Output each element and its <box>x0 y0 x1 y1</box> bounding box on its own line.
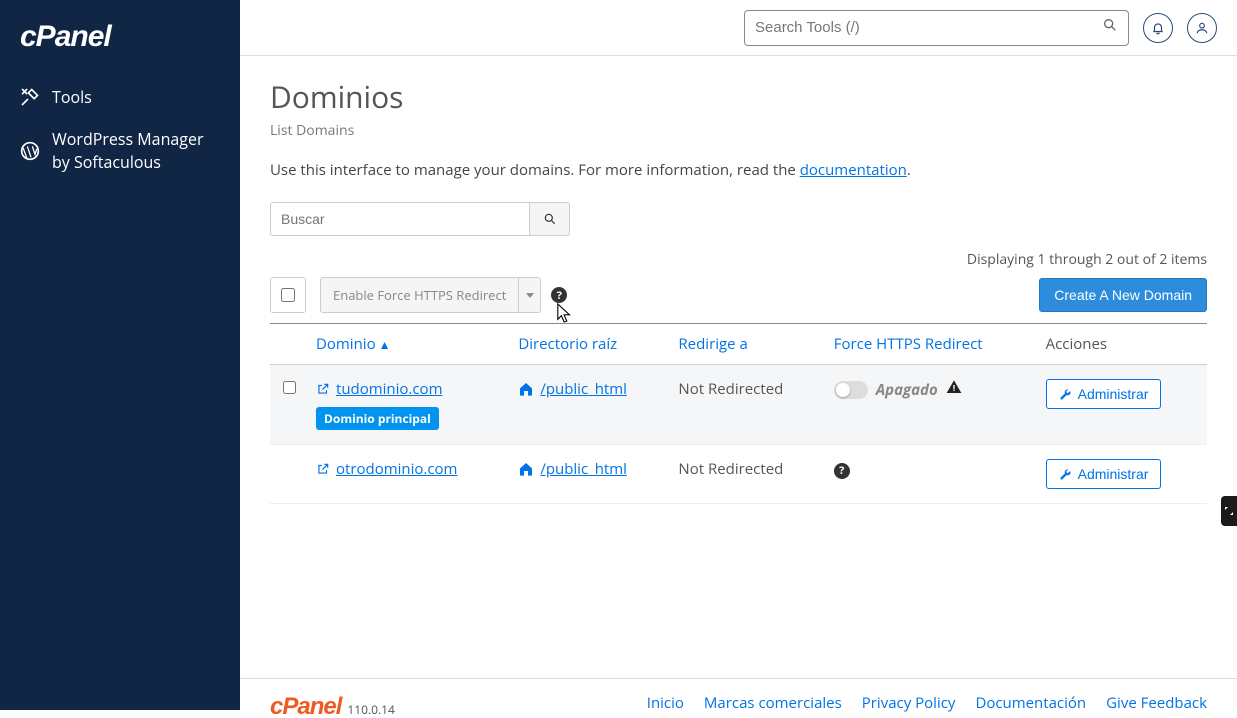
domain-search-input[interactable] <box>270 202 530 236</box>
redirects-cell: Not Redirected <box>670 365 825 445</box>
page-description: Use this interface to manage your domain… <box>270 160 1207 180</box>
select-all-wrapper[interactable] <box>270 277 306 313</box>
col-actions: Acciones <box>1038 324 1207 365</box>
help-icon[interactable]: ? <box>834 463 850 479</box>
col-redirects[interactable]: Redirige a <box>670 324 825 365</box>
domain-name: otrodominio.com <box>336 459 457 479</box>
table-row: otrodominio.com /public_html Not Redirec… <box>270 445 1207 504</box>
main: Dominios List Domains Use this interface… <box>240 0 1237 710</box>
notifications-button[interactable] <box>1143 13 1173 43</box>
domain-search-button[interactable] <box>530 202 570 236</box>
footer-link-feedback[interactable]: Give Feedback <box>1106 693 1207 713</box>
search-tools-input[interactable] <box>755 19 1102 36</box>
force-https-button-group[interactable]: Enable Force HTTPS Redirect <box>320 277 541 313</box>
search-tools[interactable] <box>744 10 1129 46</box>
tools-icon <box>20 87 40 107</box>
home-icon <box>518 461 534 477</box>
description-text-end: . <box>907 160 911 180</box>
col-root[interactable]: Directorio raíz <box>510 324 670 365</box>
manage-label: Administrar <box>1078 386 1149 402</box>
domain-link[interactable]: tudominio.com <box>316 379 442 399</box>
select-all-checkbox[interactable] <box>281 288 295 302</box>
sidebar-item-tools[interactable]: Tools <box>0 76 240 118</box>
https-toggle[interactable]: Apagado <box>834 379 962 400</box>
external-link-icon <box>316 382 330 396</box>
force-https-button[interactable]: Enable Force HTTPS Redirect <box>321 278 518 312</box>
root-path: /public_html <box>540 379 627 399</box>
primary-domain-badge: Dominio principal <box>316 407 439 430</box>
expand-icon <box>1223 505 1235 517</box>
col-domain[interactable]: Dominio▲ <box>308 324 510 365</box>
search-icon <box>543 212 557 226</box>
force-https-dropdown[interactable] <box>518 278 540 312</box>
wrench-icon <box>1059 468 1072 481</box>
sort-asc-icon: ▲ <box>379 336 391 353</box>
row-checkbox[interactable] <box>283 381 296 394</box>
description-text: Use this interface to manage your domain… <box>270 160 800 180</box>
footer-link-privacy[interactable]: Privacy Policy <box>862 693 956 713</box>
sidebar: cPanel Tools WordPress Manager by Softac… <box>0 0 240 710</box>
table-toolbar: Enable Force HTTPS Redirect ? Create A N… <box>270 277 1207 313</box>
sidebar-item-wordpress[interactable]: WordPress Manager by Softaculous <box>0 118 240 183</box>
col-https[interactable]: Force HTTPS Redirect <box>826 324 1038 365</box>
footer-link-docs[interactable]: Documentación <box>975 693 1086 713</box>
root-path: /public_html <box>540 459 627 479</box>
breadcrumb: List Domains <box>270 121 1207 140</box>
manage-label: Administrar <box>1078 466 1149 482</box>
domain-link[interactable]: otrodominio.com <box>316 459 457 479</box>
toggle-label: Apagado <box>876 380 938 400</box>
footer-link-home[interactable]: Inicio <box>647 693 684 713</box>
topbar <box>240 0 1237 56</box>
user-icon <box>1195 21 1209 35</box>
sidebar-item-label: WordPress Manager by Softaculous <box>52 128 220 173</box>
warning-icon <box>946 379 962 400</box>
documentation-link[interactable]: documentation <box>800 160 907 180</box>
redirects-cell: Not Redirected <box>670 445 825 504</box>
root-directory-link[interactable]: /public_html <box>518 459 627 479</box>
external-link-icon <box>316 462 330 476</box>
footer: cPanel 110.0.14 Inicio Marcas comerciale… <box>240 678 1237 718</box>
root-directory-link[interactable]: /public_html <box>518 379 627 399</box>
user-menu-button[interactable] <box>1187 13 1217 43</box>
footer-links: Inicio Marcas comerciales Privacy Policy… <box>647 693 1207 713</box>
create-domain-button[interactable]: Create A New Domain <box>1039 278 1207 312</box>
wordpress-icon <box>20 141 40 161</box>
feedback-tab[interactable] <box>1221 496 1237 526</box>
home-icon <box>518 381 534 397</box>
caret-down-icon <box>526 293 534 298</box>
table-row: tudominio.com Dominio principal /public_… <box>270 365 1207 445</box>
domain-table: Dominio▲ Directorio raíz Redirige a Forc… <box>270 323 1207 504</box>
footer-logo: cPanel <box>270 693 341 718</box>
sidebar-item-label: Tools <box>52 86 92 108</box>
page-title: Dominios <box>270 76 1207 117</box>
content: Dominios List Domains Use this interface… <box>240 56 1237 710</box>
domain-name: tudominio.com <box>336 379 442 399</box>
bell-icon <box>1151 21 1165 35</box>
toggle-pill <box>834 381 868 399</box>
displaying-count: Displaying 1 through 2 out of 2 items <box>270 250 1207 269</box>
search-icon <box>1102 17 1118 38</box>
wrench-icon <box>1059 388 1072 401</box>
manage-button[interactable]: Administrar <box>1046 459 1162 489</box>
domain-search-row <box>270 202 1207 236</box>
col-checkbox <box>270 324 308 365</box>
footer-link-trademarks[interactable]: Marcas comerciales <box>704 693 842 713</box>
manage-button[interactable]: Administrar <box>1046 379 1162 409</box>
brand-logo: cPanel <box>0 10 240 76</box>
help-icon[interactable]: ? <box>551 287 567 303</box>
